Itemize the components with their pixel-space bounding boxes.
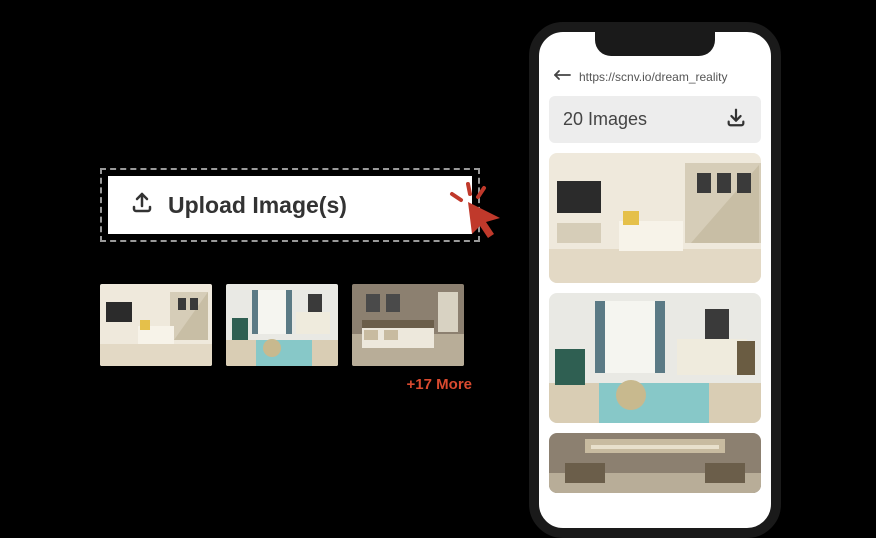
phone-notch <box>595 30 715 56</box>
upload-button-label: Upload Image(s) <box>168 192 347 219</box>
phone-image[interactable] <box>549 293 761 423</box>
images-header: 20 Images <box>549 96 761 143</box>
thumbnail[interactable] <box>100 284 212 366</box>
thumbnail-row <box>100 284 480 366</box>
more-count-label: +17 More <box>100 376 480 393</box>
url-bar: https://scnv.io/dream_reality <box>549 68 761 86</box>
phone-image[interactable] <box>549 153 761 283</box>
upload-button[interactable]: Upload Image(s) <box>108 176 472 234</box>
phone-image[interactable] <box>549 433 761 493</box>
phone-mockup: https://scnv.io/dream_reality 20 Images <box>529 22 781 538</box>
upload-icon <box>130 190 154 220</box>
thumbnail[interactable] <box>226 284 338 366</box>
upload-dropzone[interactable]: Upload Image(s) <box>100 168 480 242</box>
url-text: https://scnv.io/dream_reality <box>579 70 728 84</box>
download-icon[interactable] <box>725 106 747 133</box>
phone-image-list <box>549 153 761 493</box>
upload-area: Upload Image(s) <box>100 168 480 393</box>
images-count-label: 20 Images <box>563 109 647 130</box>
thumbnail[interactable] <box>352 284 464 366</box>
back-arrow-icon[interactable] <box>553 68 571 86</box>
